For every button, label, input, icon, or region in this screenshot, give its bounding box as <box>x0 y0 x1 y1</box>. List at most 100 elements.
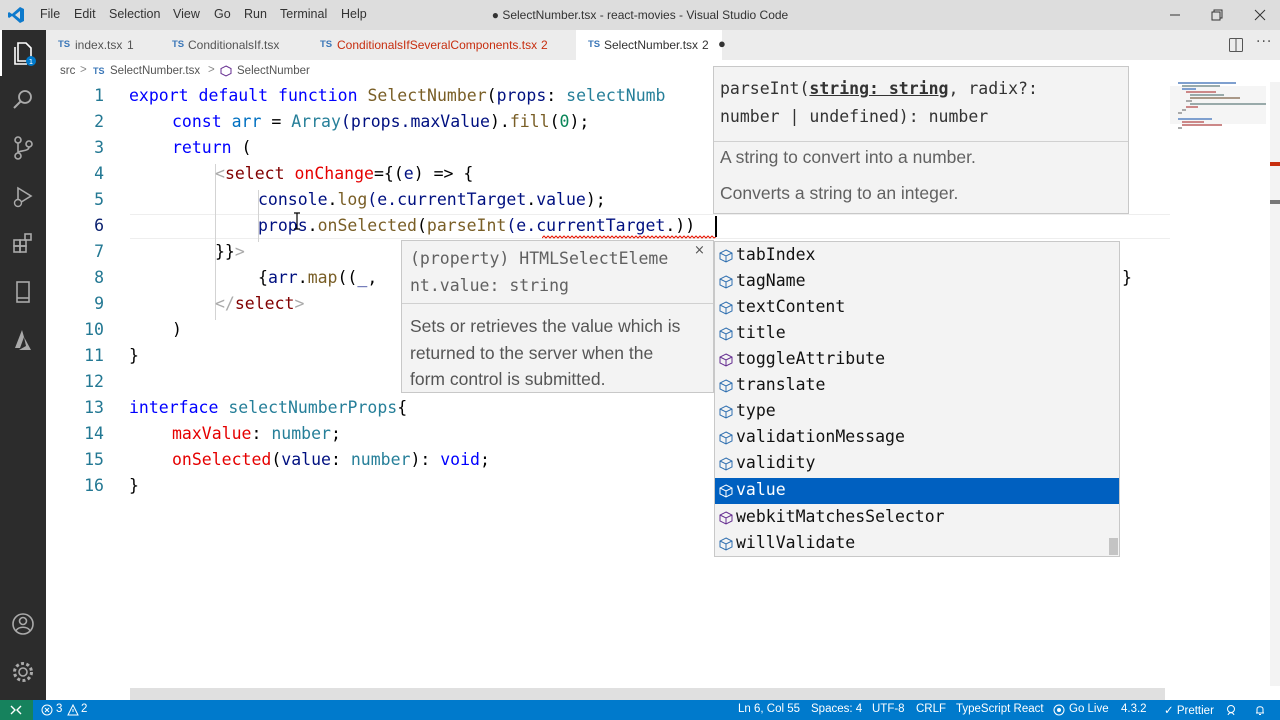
source-control-icon[interactable] <box>9 134 37 162</box>
close-details-icon[interactable]: × <box>694 243 705 258</box>
split-editor-icon[interactable] <box>1228 37 1244 53</box>
tab-conditionalsifseveral[interactable]: TS ConditionalsIfSeveralComponents.tsx 2 <box>308 30 576 60</box>
tab-problem-count: 2 <box>702 38 709 52</box>
remote-indicator[interactable] <box>0 700 33 720</box>
extensions-icon[interactable] <box>9 230 37 258</box>
code-line-2: const arr = Array(props.maxValue).fill(0… <box>172 112 589 131</box>
ts-file-icon: TS <box>93 66 105 76</box>
property-signature: (property) HTMLSelectEleme nt.value: stri… <box>410 245 700 299</box>
suggestion-item[interactable]: toggleAttribute <box>715 347 1119 373</box>
tab-conditionalsif[interactable]: TS ConditionalsIf.tsx <box>160 30 308 60</box>
type-keyword: number <box>350 450 411 469</box>
tab-selectnumber[interactable]: TS SelectNumber.tsx 2 ● <box>576 30 726 60</box>
punct: } <box>1122 268 1132 287</box>
line-number: 16 <box>84 476 104 495</box>
suggestion-item[interactable]: textContent <box>715 295 1119 321</box>
breadcrumb-separator: > <box>80 64 87 76</box>
keyword: export <box>129 86 189 105</box>
minimap[interactable] <box>1170 82 1266 686</box>
punct: ( <box>231 138 252 157</box>
vertical-scrollbar[interactable] <box>1270 82 1280 686</box>
suggestion-item[interactable]: willValidate <box>715 531 1119 557</box>
punct: . <box>665 216 676 235</box>
language-mode[interactable]: TypeScript React <box>956 703 1044 715</box>
cursor-position[interactable]: Ln 6, Col 55 <box>738 703 800 715</box>
punct: } <box>129 346 139 365</box>
breadcrumb-folder[interactable]: src <box>60 65 75 77</box>
azure-icon[interactable] <box>9 326 37 354</box>
punct: } <box>129 476 139 495</box>
activity-bar: 1 <box>0 30 46 700</box>
signature-line-2: nt.value: string <box>410 276 569 295</box>
suggestion-item[interactable]: validity <box>715 451 1119 477</box>
account-icon[interactable] <box>9 610 37 638</box>
suggestion-item[interactable]: translate <box>715 373 1119 399</box>
feedback-icon[interactable] <box>1226 704 1240 716</box>
identifier: (e. <box>506 216 537 235</box>
minimize-icon[interactable] <box>1164 4 1186 26</box>
explorer-icon[interactable]: 1 <box>9 39 37 67</box>
horizontal-scrollbar[interactable] <box>130 688 1165 700</box>
typescript-version[interactable]: 4.3.2 <box>1121 703 1147 715</box>
more-actions-icon[interactable]: ··· <box>1256 34 1272 50</box>
line-number-active: 6 <box>94 216 104 235</box>
tag-name: select <box>224 164 285 183</box>
prettier-status[interactable]: ✓ Prettier <box>1164 703 1214 717</box>
punct: )) <box>675 216 696 235</box>
unsaved-dot-icon[interactable]: ● <box>718 36 726 51</box>
property-icon <box>719 537 733 551</box>
identifier: onSelected <box>317 216 417 235</box>
tab-problem-count: 1 <box>127 38 134 52</box>
window-title: ● SelectNumber.tsx - react-movies - Visu… <box>491 8 789 22</box>
line-number: 1 <box>94 86 104 105</box>
suggest-scrollbar[interactable] <box>1109 538 1118 555</box>
end-of-line[interactable]: CRLF <box>916 703 946 715</box>
suggestion-item[interactable]: type <box>715 399 1119 425</box>
doc-line-2: returned to the server when the <box>410 342 654 363</box>
tab-index[interactable]: TS index.tsx 1 <box>46 30 162 60</box>
run-debug-icon[interactable] <box>9 182 37 210</box>
tab-label: index.tsx <box>75 38 123 52</box>
ts-file-icon: TS <box>172 39 185 50</box>
line-number: 12 <box>84 372 104 391</box>
property-icon <box>719 327 733 341</box>
breadcrumb-file[interactable]: SelectNumber.tsx <box>110 65 200 77</box>
punct: </ <box>215 294 235 313</box>
tab-label: ConditionalsIfSeveralComponents.tsx <box>337 38 538 52</box>
book-icon[interactable] <box>9 278 37 306</box>
indentation[interactable]: Spaces: 4 <box>811 703 862 715</box>
punct: ); <box>569 112 590 131</box>
search-icon[interactable] <box>9 86 37 114</box>
settings-gear-icon[interactable] <box>9 658 37 686</box>
parameter-hints-widget: parseInt(string: string, radix?: number |… <box>713 66 1129 214</box>
error-icon[interactable] <box>41 704 53 716</box>
code-line-14: maxValue: number; <box>172 424 341 443</box>
error-squiggle <box>542 235 717 239</box>
text-cursor <box>715 216 717 237</box>
punct: : <box>330 450 351 469</box>
identifier: log <box>337 190 368 209</box>
ts-file-icon: TS <box>588 39 601 50</box>
suggestion-item[interactable]: tagName <box>715 269 1119 295</box>
signature-suffix: , radix?: <box>948 79 1038 98</box>
suggestion-item[interactable]: validationMessage <box>715 425 1119 451</box>
close-icon[interactable] <box>1249 4 1271 26</box>
title-bar: File Edit Selection View Go Run Terminal… <box>0 0 1280 30</box>
breadcrumb-symbol[interactable]: SelectNumber <box>237 65 310 77</box>
suggestion-item[interactable]: tabIndex <box>715 243 1119 269</box>
notifications-bell-icon[interactable] <box>1254 704 1266 716</box>
warning-count[interactable]: 2 <box>81 703 87 715</box>
error-count[interactable]: 3 <box>56 703 62 715</box>
property-icon <box>719 457 733 471</box>
suggestion-item[interactable]: title <box>715 321 1119 347</box>
line-number: 5 <box>94 190 104 209</box>
go-live-button[interactable]: Go Live <box>1069 703 1109 715</box>
suggestion-item-selected[interactable]: value <box>715 478 1119 504</box>
restore-icon[interactable] <box>1206 4 1228 26</box>
encoding[interactable]: UTF-8 <box>872 703 905 715</box>
punct: ( <box>416 216 427 235</box>
property-icon <box>719 275 733 289</box>
suggestion-item[interactable]: webkitMatchesSelector <box>715 505 1119 531</box>
warning-icon[interactable] <box>67 704 79 716</box>
suggestion-label: type <box>736 401 776 420</box>
